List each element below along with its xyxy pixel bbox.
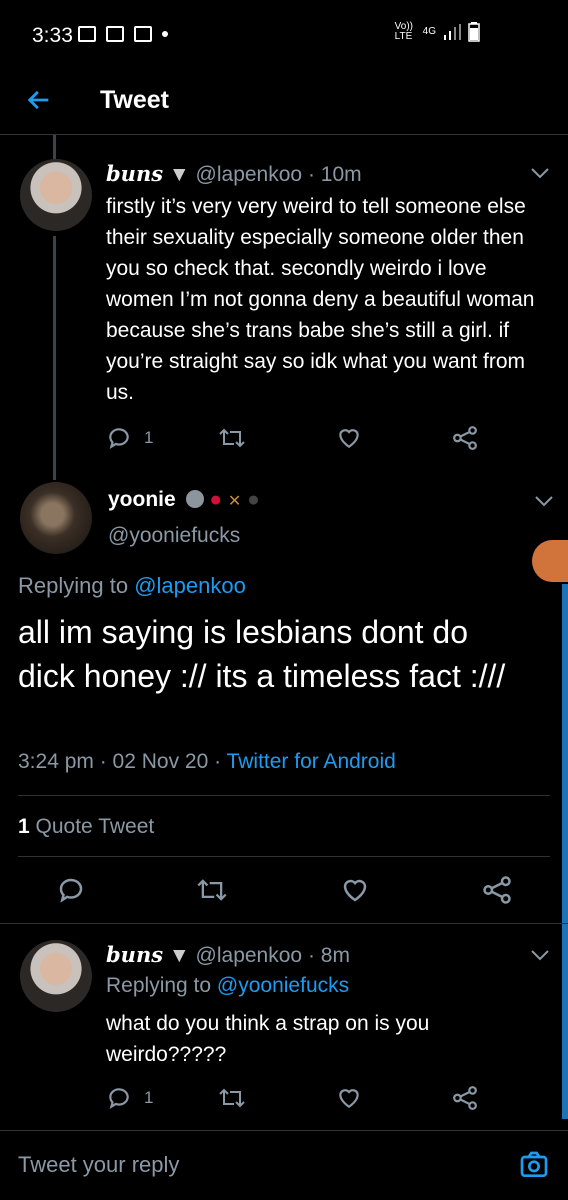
tornado-icon: ▼ bbox=[168, 163, 190, 186]
share-icon[interactable] bbox=[452, 425, 478, 451]
chevron-down-icon[interactable] bbox=[530, 166, 550, 180]
chevron-down-icon[interactable] bbox=[534, 494, 554, 508]
mail-icon bbox=[134, 26, 152, 42]
divider bbox=[18, 856, 550, 857]
reply-input[interactable] bbox=[0, 1131, 500, 1199]
divider bbox=[18, 795, 550, 796]
tweet-timestamp: 3:24 pm · 02 Nov 20 · Twitter for Androi… bbox=[18, 750, 396, 774]
reply-count: 1 bbox=[144, 1088, 154, 1107]
avatar[interactable] bbox=[20, 482, 92, 554]
divider bbox=[0, 923, 568, 924]
tweet-header: buns ▼ @lapenkoo · 8m bbox=[106, 942, 350, 968]
tweet-header: yoonie ● ✕ ● bbox=[108, 488, 260, 512]
user-handle[interactable]: @yooniefucks bbox=[108, 524, 240, 548]
emoji-drop-icon: ● bbox=[209, 488, 223, 511]
top-bar: Tweet bbox=[0, 70, 568, 135]
system-status: Vo)) LTE 4G bbox=[395, 22, 480, 42]
display-name[interactable]: buns bbox=[106, 161, 163, 186]
user-handle[interactable]: @lapenkoo bbox=[196, 163, 303, 186]
share-icon[interactable] bbox=[482, 875, 512, 905]
volte-indicator: Vo)) LTE bbox=[394, 21, 413, 42]
timestamp: 3:24 pm · 02 Nov 20 · bbox=[18, 750, 222, 773]
dot-icon bbox=[162, 31, 168, 37]
tweet-actions: 1 bbox=[106, 1084, 486, 1112]
floating-record-button[interactable] bbox=[532, 540, 568, 582]
like-icon[interactable] bbox=[340, 875, 370, 905]
replying-to: Replying to @lapenkoo bbox=[18, 573, 246, 599]
replying-to-link[interactable]: @lapenkoo bbox=[134, 573, 246, 598]
tweet-header: buns ▼ @lapenkoo · 10m bbox=[106, 161, 362, 187]
reply-icon[interactable] bbox=[106, 425, 132, 451]
tweet-time: · 8m bbox=[307, 944, 350, 967]
tornado-icon: ▼ bbox=[168, 944, 190, 967]
replying-prefix: Replying to bbox=[106, 974, 212, 997]
emoji-axe-icon: ✕ bbox=[227, 493, 242, 510]
share-icon[interactable] bbox=[452, 1085, 478, 1111]
status-time: 3:33 bbox=[32, 24, 73, 47]
avatar[interactable] bbox=[20, 159, 92, 231]
status-bar: 3:33 Vo)) LTE 4G bbox=[0, 0, 568, 70]
tweet-actions: 1 bbox=[106, 424, 486, 452]
user-handle[interactable]: @lapenkoo bbox=[196, 944, 303, 967]
display-name[interactable]: yoonie bbox=[108, 488, 176, 511]
video-icon bbox=[106, 26, 124, 42]
network-indicator: 4G bbox=[422, 26, 436, 37]
gallery-icon bbox=[78, 26, 96, 42]
tweet-text: firstly it’s very very weird to tell som… bbox=[106, 195, 535, 404]
replying-to: Replying to @yooniefucks bbox=[106, 974, 349, 998]
display-name[interactable]: buns bbox=[106, 942, 163, 967]
reply-icon[interactable] bbox=[56, 875, 86, 905]
tweet-time: · 10m bbox=[307, 163, 362, 186]
emoji-moon-icon bbox=[185, 490, 204, 508]
avatar[interactable] bbox=[20, 940, 92, 1012]
retweet-icon[interactable] bbox=[218, 425, 246, 451]
source-link[interactable]: Twitter for Android bbox=[227, 750, 396, 773]
retweet-icon[interactable] bbox=[218, 1085, 246, 1111]
thread-line bbox=[53, 236, 56, 480]
tweet-text: what do you think a strap on is you weir… bbox=[106, 1012, 430, 1066]
main-tweet-actions bbox=[56, 875, 516, 905]
back-arrow-icon[interactable] bbox=[25, 86, 53, 114]
quote-tweets-stat[interactable]: 1 Quote Tweet bbox=[18, 815, 154, 839]
page-title: Tweet bbox=[100, 86, 169, 114]
chevron-down-icon[interactable] bbox=[530, 948, 550, 962]
quote-label: Quote Tweet bbox=[35, 815, 155, 838]
retweet-icon[interactable] bbox=[196, 875, 228, 905]
notification-icons bbox=[78, 26, 168, 42]
quote-count: 1 bbox=[18, 815, 30, 838]
reply-count: 1 bbox=[144, 428, 154, 447]
thread-line bbox=[53, 135, 56, 162]
emoji-bomb-icon: ● bbox=[247, 488, 260, 511]
like-icon[interactable] bbox=[336, 1085, 362, 1111]
side-scroll-bar[interactable] bbox=[562, 584, 568, 1119]
battery-icon bbox=[468, 22, 480, 42]
replying-to-link[interactable]: @yooniefucks bbox=[217, 974, 349, 997]
replying-prefix: Replying to bbox=[18, 573, 129, 598]
reply-icon[interactable] bbox=[106, 1085, 132, 1111]
main-tweet-text: all im saying is lesbians dont do dick h… bbox=[18, 614, 506, 694]
like-icon[interactable] bbox=[336, 425, 362, 451]
camera-icon[interactable] bbox=[518, 1149, 550, 1181]
signal-icon bbox=[444, 24, 461, 40]
